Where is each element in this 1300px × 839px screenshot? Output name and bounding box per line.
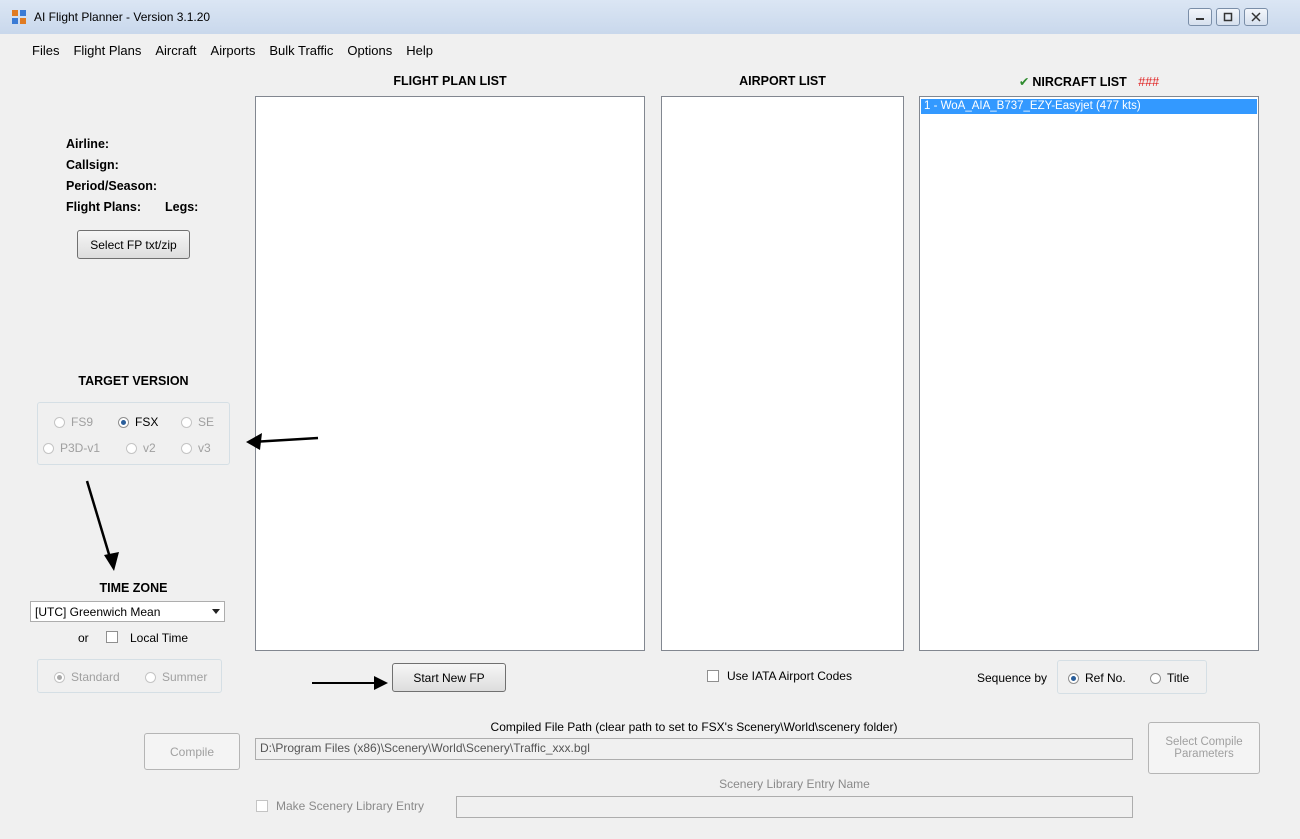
annotation-arrows: [85, 433, 388, 690]
arrow-to-start-new-fp-icon: [312, 676, 388, 690]
arrow-to-target-version-icon: [246, 433, 319, 450]
arrow-to-time-zone-icon: [85, 480, 119, 571]
